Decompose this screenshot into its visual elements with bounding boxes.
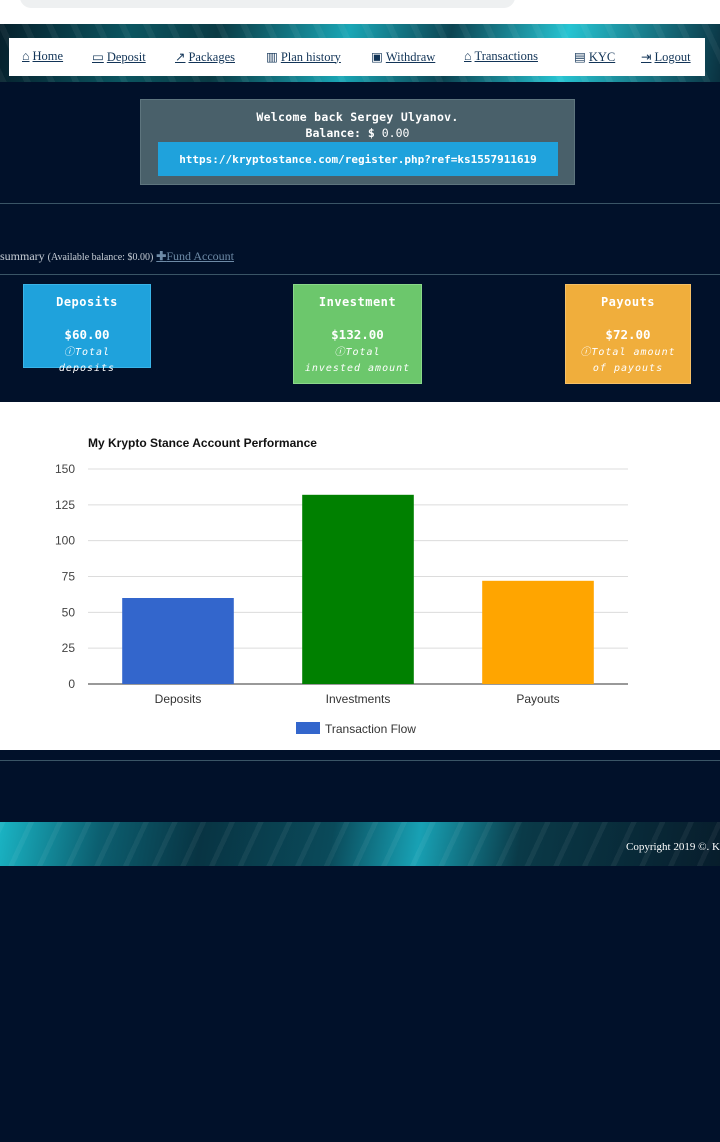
nav-transactions[interactable]: ⌂ Transactions bbox=[464, 49, 538, 64]
nav-plan-history[interactable]: ▥ Plan history bbox=[266, 49, 341, 65]
copyright-text: Copyright 2019 ©. K bbox=[626, 841, 720, 853]
info-icon: ⓘ bbox=[334, 347, 346, 358]
nav-kyc-label: KYC bbox=[588, 49, 616, 64]
nav-home[interactable]: ⌂ Home bbox=[22, 49, 63, 64]
divider bbox=[0, 203, 720, 204]
bar-investments bbox=[302, 494, 414, 684]
legend-swatch bbox=[296, 722, 320, 734]
divider bbox=[0, 274, 720, 275]
card-amount: $60.00 bbox=[64, 327, 110, 342]
nav-home-label: Home bbox=[32, 49, 64, 63]
referral-link[interactable]: https://kryptostance.com/register.php?re… bbox=[158, 142, 558, 176]
id-card-icon: ▤ bbox=[574, 50, 586, 64]
card-title: Deposits bbox=[56, 295, 118, 309]
chart-title: My Krypto Stance Account Performance bbox=[88, 436, 317, 450]
fund-account-label: Fund Account bbox=[166, 249, 235, 263]
nav-plan-history-label: Plan history bbox=[280, 49, 341, 64]
y-tick-label: 50 bbox=[62, 605, 76, 619]
sign-out-icon: ⇥ bbox=[641, 50, 652, 64]
card-title: Payouts bbox=[600, 295, 656, 309]
fund-account-link[interactable]: ✚Fund Account bbox=[156, 249, 234, 263]
balance-value: 0.00 bbox=[381, 126, 410, 140]
bar-payouts bbox=[482, 580, 594, 684]
credit-card-icon: ▭ bbox=[92, 50, 104, 64]
account-summary: summary (Available balance: $0.00) ✚Fund… bbox=[0, 249, 234, 264]
card-subtitle: ⓘTotal deposits bbox=[58, 347, 116, 374]
performance-chart-panel: My Krypto Stance Account Performance 0 25 5… bbox=[0, 402, 720, 750]
deposits-card: Deposits $60.00 ⓘTotal deposits bbox=[23, 284, 151, 374]
divider bbox=[0, 760, 720, 761]
home-icon: ⌂ bbox=[22, 49, 30, 63]
address-bar[interactable] bbox=[20, 0, 515, 8]
info-icon: ⓘ bbox=[580, 347, 592, 358]
welcome-greeting: Welcome back Sergey Ulyanov. bbox=[256, 110, 459, 124]
balance-line: Balance: $ 0.00 bbox=[141, 126, 574, 140]
legend-label: Transaction Flow bbox=[325, 722, 416, 736]
nav-transactions-label: Transactions bbox=[474, 49, 538, 63]
x-tick-label: Investments bbox=[326, 692, 391, 706]
main-nav: ⌂ Home ▭ Deposit ↗ Packages ▥ Plan histo… bbox=[9, 38, 705, 76]
nav-logout-label: Logout bbox=[654, 49, 691, 64]
nav-packages-label: Packages bbox=[188, 49, 235, 64]
y-tick-label: 100 bbox=[55, 534, 75, 548]
bank-icon: ⌂ bbox=[464, 49, 472, 63]
nav-withdraw-label: Withdraw bbox=[385, 49, 436, 64]
y-tick-label: 0 bbox=[68, 677, 75, 691]
payouts-card: Payouts $72.00 ⓘTotal amount of payouts bbox=[565, 284, 691, 384]
card-amount: $72.00 bbox=[605, 327, 651, 342]
card-subtitle: ⓘTotal invested amount bbox=[304, 347, 411, 374]
summary-label: summary bbox=[0, 249, 45, 263]
available-balance: (Available balance: $0.00) bbox=[47, 252, 154, 263]
card-amount: $132.00 bbox=[331, 327, 384, 342]
card-title: Investment bbox=[318, 295, 397, 309]
nav-deposit-label: Deposit bbox=[106, 49, 146, 64]
info-icon: ⓘ bbox=[63, 347, 75, 358]
welcome-panel: Welcome back Sergey Ulyanov. Balance: $ … bbox=[140, 99, 575, 185]
card-subtitle: ⓘTotal amount of payouts bbox=[580, 347, 676, 374]
y-tick-label: 125 bbox=[55, 498, 75, 512]
footer-banner bbox=[0, 822, 720, 866]
y-tick-label: 75 bbox=[62, 570, 76, 584]
currency-symbol: $ bbox=[367, 126, 375, 140]
nav-kyc[interactable]: ▤ KYC bbox=[574, 49, 615, 65]
investment-card: Investment $132.00 ⓘTotal invested amoun… bbox=[293, 284, 422, 384]
nav-packages[interactable]: ↗ Packages bbox=[175, 49, 235, 65]
y-tick-label: 25 bbox=[62, 641, 76, 655]
x-tick-label: Deposits bbox=[155, 692, 202, 706]
performance-chart: My Krypto Stance Account Performance 0 25 5… bbox=[55, 436, 628, 736]
nav-logout[interactable]: ⇥ Logout bbox=[641, 49, 691, 65]
bar-deposits bbox=[122, 598, 234, 684]
plus-icon: ✚ bbox=[156, 249, 167, 263]
top-bar bbox=[0, 0, 720, 24]
line-chart-icon: ↗ bbox=[175, 50, 186, 64]
nav-deposit[interactable]: ▭ Deposit bbox=[92, 49, 146, 65]
bar-chart-icon: ▥ bbox=[266, 50, 278, 64]
balance-label: Balance: bbox=[305, 126, 361, 140]
x-tick-label: Payouts bbox=[516, 692, 559, 706]
y-tick-label: 150 bbox=[55, 462, 75, 476]
nav-withdraw[interactable]: ▣ Withdraw bbox=[371, 49, 435, 65]
money-icon: ▣ bbox=[371, 50, 383, 64]
